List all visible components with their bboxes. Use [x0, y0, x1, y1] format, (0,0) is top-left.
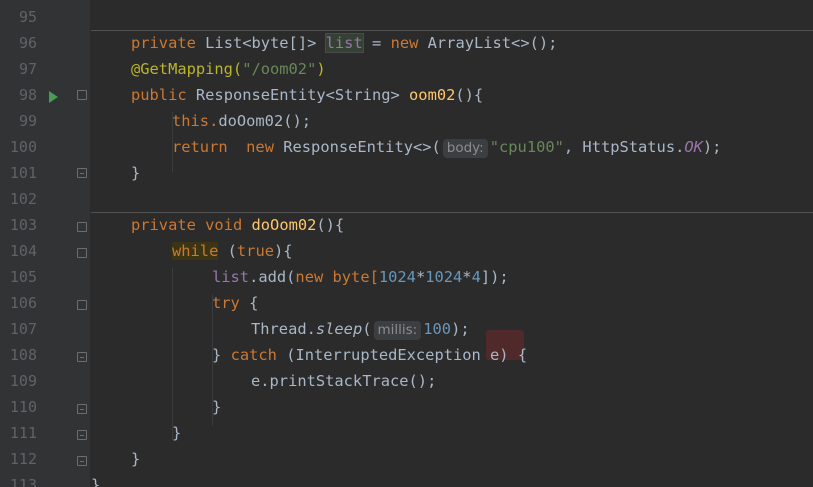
code-line: 111 }: [0, 420, 813, 446]
line-number: 96: [18, 34, 37, 52]
line-number: 113: [9, 476, 37, 487]
line-number: 111: [9, 424, 37, 442]
line-number: 103: [9, 216, 37, 234]
code-line: 107 Thread.sleep(millis: 100);: [0, 316, 813, 342]
code-line: 113 }: [0, 472, 813, 487]
code-line: 96 private List<byte[]> list = new Array…: [0, 30, 813, 56]
code-line: 112 }: [0, 446, 813, 472]
line-number: 98: [18, 86, 37, 104]
parameter-hint: body:: [442, 139, 488, 158]
code-line: 97 @GetMapping("/oom02"): [0, 56, 813, 82]
code-text[interactable]: }: [212, 394, 221, 420]
line-number: 106: [9, 294, 37, 312]
code-line: 101 }: [0, 160, 813, 186]
code-text[interactable]: }: [131, 446, 140, 472]
code-text[interactable]: }: [172, 420, 181, 446]
line-number: 105: [9, 268, 37, 286]
code-line: 109 e.printStackTrace();: [0, 368, 813, 394]
code-text[interactable]: list.add(new byte[1024*1024*4]);: [212, 264, 509, 290]
code-text[interactable]: while (true){: [172, 238, 293, 264]
code-text[interactable]: private void doOom02(){: [131, 212, 344, 238]
code-text[interactable]: return new ResponseEntity<>(body: "cpu100…: [172, 134, 721, 160]
line-number: 102: [9, 190, 37, 208]
code-text[interactable]: } catch (InterruptedException e) {: [212, 342, 527, 368]
parameter-hint: millis:: [373, 321, 422, 340]
code-text[interactable]: }: [131, 160, 140, 186]
line-number: 107: [9, 320, 37, 338]
code-line: 108 } catch (InterruptedException e) {: [0, 342, 813, 368]
code-text[interactable]: public ResponseEntity<String> oom02(){: [131, 82, 483, 108]
code-editor[interactable]: 95 96 private List<byte[]> list = new Ar…: [0, 0, 813, 487]
code-line: 100 return new ResponseEntity<>(body: "cp…: [0, 134, 813, 160]
code-text[interactable]: @GetMapping("/oom02"): [131, 56, 326, 82]
code-line: 110 }: [0, 394, 813, 420]
code-line: 95: [0, 4, 813, 30]
line-number: 104: [9, 242, 37, 260]
line-number: 110: [9, 398, 37, 416]
line-number: 95: [18, 8, 37, 26]
line-number: 100: [9, 138, 37, 156]
line-number: 109: [9, 372, 37, 390]
code-line: 99 this.doOom02();: [0, 108, 813, 134]
line-number: 108: [9, 346, 37, 364]
code-text[interactable]: }: [91, 472, 100, 487]
code-text[interactable]: try {: [212, 290, 258, 316]
code-text[interactable]: private List<byte[]> list = new ArrayLis…: [131, 30, 557, 56]
code-line: 106 try {: [0, 290, 813, 316]
code-line: 102: [0, 186, 813, 212]
code-line: 103 private void doOom02(){: [0, 212, 813, 238]
code-line: 98 public ResponseEntity<String> oom02()…: [0, 82, 813, 108]
code-text[interactable]: Thread.sleep(millis: 100);: [251, 316, 470, 342]
line-number: 97: [18, 60, 37, 78]
code-text[interactable]: this.doOom02();: [172, 108, 311, 134]
line-number: 99: [18, 112, 37, 130]
code-line: 105 list.add(new byte[1024*1024*4]);: [0, 264, 813, 290]
code-text[interactable]: e.printStackTrace();: [251, 368, 436, 394]
line-number: 112: [9, 450, 37, 468]
code-line: 104 while (true){: [0, 238, 813, 264]
line-number: 101: [9, 164, 37, 182]
